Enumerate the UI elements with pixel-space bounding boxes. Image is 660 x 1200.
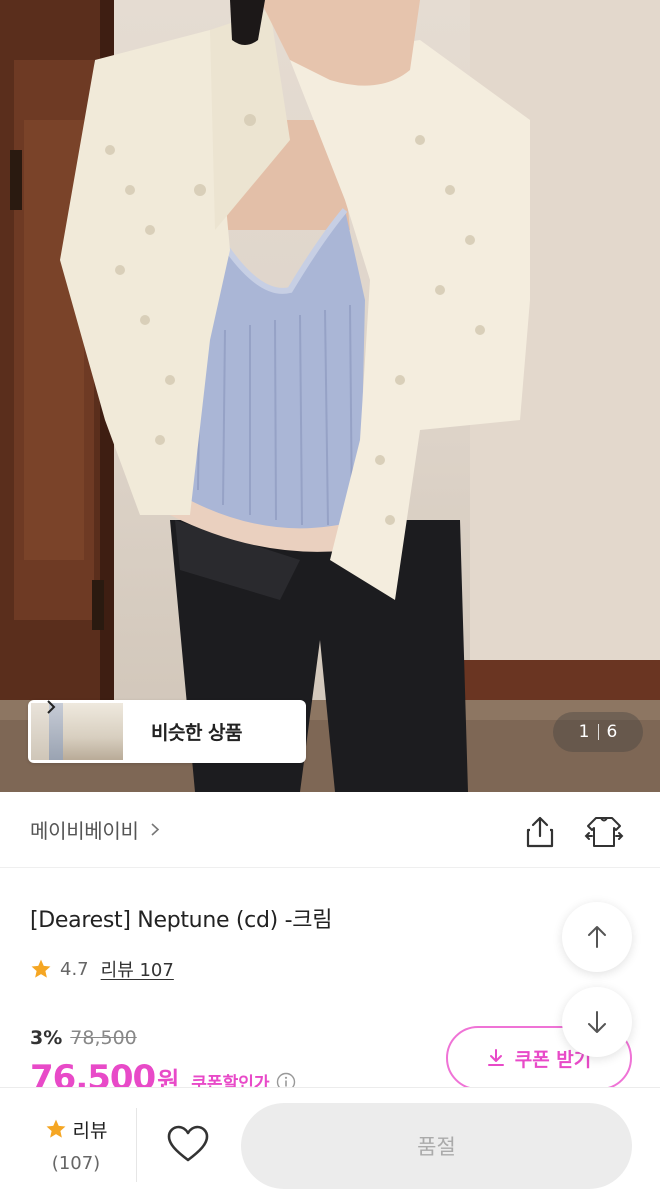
brand-name: 메이비베이비 — [30, 819, 139, 843]
chevron-right-icon — [47, 700, 56, 714]
star-icon — [31, 959, 51, 978]
image-counter-current: 1 — [578, 722, 590, 742]
similar-products-label: 비슷한 상품 — [151, 722, 243, 744]
product-image-carousel[interactable]: 비슷한 상품 1 6 — [0, 0, 660, 792]
arrow-down-icon — [588, 1011, 606, 1033]
discount-percent: 3% — [30, 1027, 63, 1049]
review-tab-button[interactable]: 리뷰 (107) — [20, 1088, 132, 1200]
discount-row: 3% 78,500 — [30, 1027, 137, 1049]
review-tab-label: 리뷰 — [72, 1119, 108, 1142]
sold-out-label: 품절 — [417, 1135, 456, 1159]
original-price: 78,500 — [70, 1027, 137, 1049]
rating-value: 4.7 — [60, 958, 89, 980]
star-icon — [46, 1119, 65, 1138]
closet-icon[interactable] — [584, 812, 624, 852]
image-counter-total: 6 — [606, 722, 618, 742]
image-counter: 1 6 — [553, 712, 643, 752]
sold-out-button[interactable]: 품절 — [241, 1103, 632, 1189]
review-count-link[interactable]: 리뷰 107 — [101, 956, 174, 982]
scroll-down-button[interactable] — [562, 987, 632, 1057]
share-icon[interactable] — [522, 814, 558, 850]
brand-link[interactable]: 메이비베이비 — [30, 815, 162, 844]
product-detail-page: 비슷한 상품 1 6 메이비베이비 [Dearest] Neptune (cd)… — [0, 0, 660, 1200]
chevron-right-icon — [151, 823, 159, 836]
product-title: [Dearest] Neptune (cd) -크림 — [30, 908, 333, 933]
divider — [136, 1108, 137, 1182]
arrow-up-icon — [588, 926, 606, 948]
download-icon — [487, 1049, 504, 1066]
brand-row: 메이비베이비 — [0, 792, 660, 868]
bottom-action-bar: 리뷰 (107) 품절 — [0, 1087, 660, 1200]
similar-products-button[interactable]: 비슷한 상품 — [28, 700, 306, 763]
scroll-top-button[interactable] — [562, 902, 632, 972]
rating-row: 4.7 리뷰 107 — [30, 956, 174, 982]
review-tab-count: (107) — [51, 1152, 101, 1174]
product-photo — [0, 0, 660, 792]
heart-icon[interactable] — [166, 1124, 210, 1164]
